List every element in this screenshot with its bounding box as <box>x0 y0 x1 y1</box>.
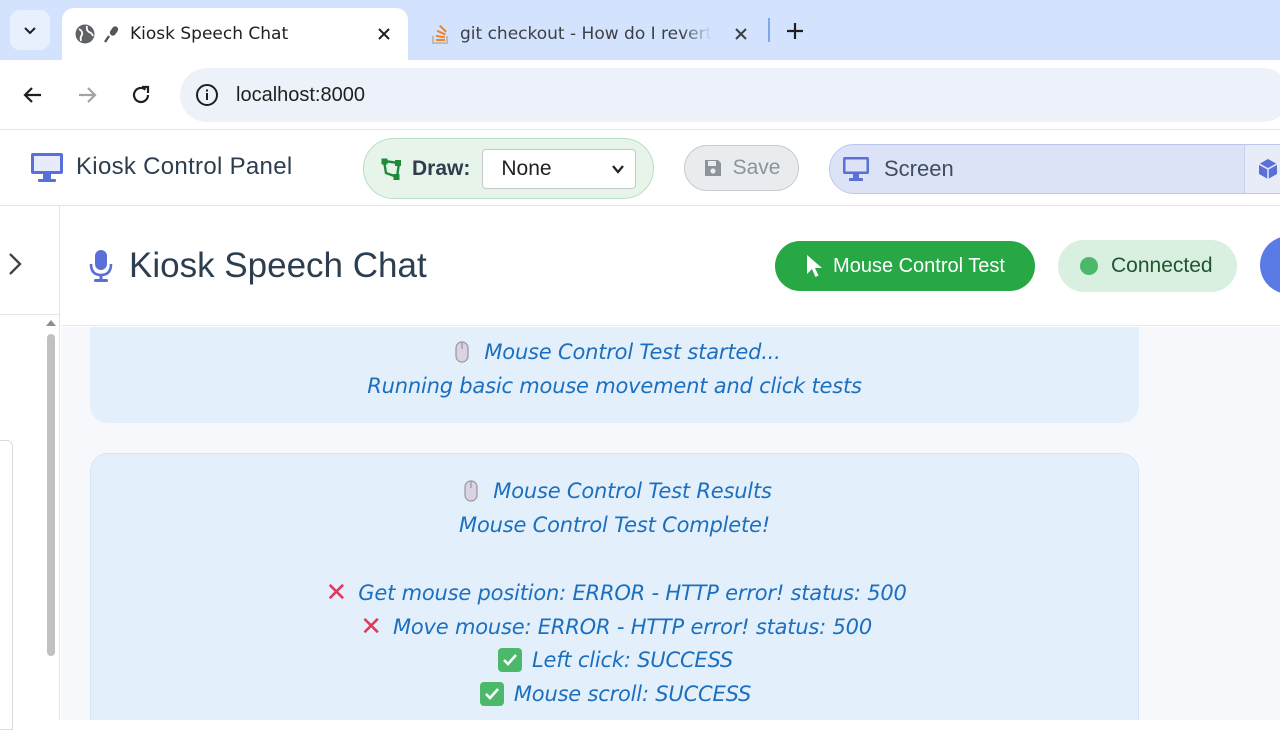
result-text: Move mouse: ERROR - HTTP error! status: … <box>392 615 873 639</box>
connection-status-text: Connected <box>1111 254 1213 277</box>
result-line: Mouse scroll: SUCCESS <box>91 677 1138 711</box>
browser-tab-kiosk[interactable]: Kiosk Speech Chat <box>62 8 408 60</box>
screen-panel[interactable]: Screen <box>829 144 1280 194</box>
result-line: Left click: SUCCESS <box>91 643 1138 677</box>
chat-messages: Mouse Control Test started... Running ba… <box>61 327 1280 720</box>
settings-button[interactable] <box>1260 236 1280 294</box>
scroll-up-arrow-icon[interactable] <box>46 320 56 326</box>
save-button[interactable]: Save <box>684 145 799 191</box>
scrollbar-thumb[interactable] <box>47 334 55 656</box>
app-header: Kiosk Control Panel Draw: None Save Scre… <box>0 131 1280 206</box>
chat-title: Kiosk Speech Chat <box>129 246 427 285</box>
result-line: ✕ Get mouse position: ERROR - HTTP error… <box>91 576 1138 610</box>
screen-label: Screen <box>884 156 954 181</box>
globe-icon <box>75 24 95 44</box>
sidebar-card <box>0 440 13 730</box>
site-info-button[interactable] <box>182 70 232 120</box>
result-text: Mouse scroll: SUCCESS <box>513 682 752 706</box>
address-bar[interactable]: localhost:8000 <box>180 68 1280 122</box>
stackoverflow-icon <box>432 24 448 44</box>
message-line: Mouse Control Test Results <box>91 474 1138 508</box>
close-tab-button[interactable] <box>372 22 396 46</box>
message-line: Mouse Control Test started... <box>90 335 1139 369</box>
message-line: Running basic mouse movement and click t… <box>90 369 1139 403</box>
browser-toolbar: localhost:8000 <box>0 60 1280 130</box>
message-text: Mouse Control Test Complete! <box>459 513 770 537</box>
chevron-down-icon <box>24 27 36 35</box>
draw-control: Draw: None <box>363 138 654 199</box>
draw-label: Draw: <box>412 156 471 180</box>
cross-mark-icon: ✕ <box>360 612 382 642</box>
draw-shape-icon <box>381 158 401 180</box>
brand: Kiosk Control Panel <box>30 151 292 183</box>
url-text: localhost:8000 <box>236 83 365 106</box>
cube-icon <box>1258 159 1277 179</box>
mouse-control-test-label: Mouse Control Test <box>833 254 1005 277</box>
arrow-left-icon <box>23 87 41 103</box>
microphone-icon <box>104 26 119 43</box>
result-line: ✕ Move mouse: ERROR - HTTP error! status… <box>91 610 1138 644</box>
tab-title: Kiosk Speech Chat <box>130 24 289 44</box>
floppy-disk-icon <box>704 160 721 176</box>
result-text: Left click: SUCCESS <box>531 648 733 672</box>
chat-header: Kiosk Speech Chat Mouse Control Test Con… <box>61 206 1280 326</box>
browser-tabstrip: Kiosk Speech Chat git checkout - How do … <box>0 0 1280 60</box>
draw-select[interactable]: None <box>482 148 637 189</box>
expand-sidebar-button[interactable] <box>0 246 30 282</box>
message-line: Mouse Control Test Complete! <box>91 508 1138 542</box>
back-button[interactable] <box>15 77 51 113</box>
status-dot <box>1080 257 1098 275</box>
save-label: Save <box>732 156 781 179</box>
message-text: Mouse Control Test started... <box>484 340 781 364</box>
tab-title: git checkout - How do I revert a <box>460 24 712 44</box>
tab-search-button[interactable] <box>10 10 50 50</box>
reload-icon <box>132 85 150 104</box>
microphone-icon <box>89 250 113 282</box>
mouse-icon <box>457 477 485 505</box>
browser-tab-git[interactable]: git checkout - How do I revert a <box>420 8 765 60</box>
close-icon <box>378 28 390 40</box>
new-tab-button[interactable] <box>780 16 810 46</box>
mouse-pointer-icon <box>807 255 823 277</box>
arrow-right-icon <box>79 87 97 103</box>
monitor-icon <box>843 157 869 181</box>
info-icon <box>196 84 218 106</box>
draw-select-value: None <box>501 156 552 180</box>
result-text: Get mouse position: ERROR - HTTP error! … <box>358 581 907 605</box>
connection-status-badge: Connected <box>1058 240 1237 292</box>
message-text: Mouse Control Test Results <box>493 479 772 503</box>
message-text: Running basic mouse movement and click t… <box>367 374 862 398</box>
plus-icon <box>787 23 803 39</box>
cube-button[interactable] <box>1244 145 1280 193</box>
system-message: Mouse Control Test started... Running ba… <box>90 327 1139 423</box>
mouse-icon <box>448 338 476 366</box>
chat-title-group: Kiosk Speech Chat <box>89 246 427 286</box>
forward-button[interactable] <box>69 77 105 113</box>
close-tab-button[interactable] <box>729 22 753 46</box>
check-mark-icon <box>478 680 506 708</box>
tab-separator <box>768 18 770 42</box>
brand-title: Kiosk Control Panel <box>76 153 293 180</box>
cross-mark-icon: ✕ <box>325 578 348 608</box>
check-mark-icon <box>496 646 524 674</box>
close-icon <box>735 28 747 40</box>
reload-button[interactable] <box>123 77 159 113</box>
system-message: Mouse Control Test Results Mouse Control… <box>90 453 1139 720</box>
chevron-down-icon <box>612 164 625 174</box>
chevron-right-icon <box>9 253 22 275</box>
mouse-control-test-button[interactable]: Mouse Control Test <box>775 241 1035 291</box>
